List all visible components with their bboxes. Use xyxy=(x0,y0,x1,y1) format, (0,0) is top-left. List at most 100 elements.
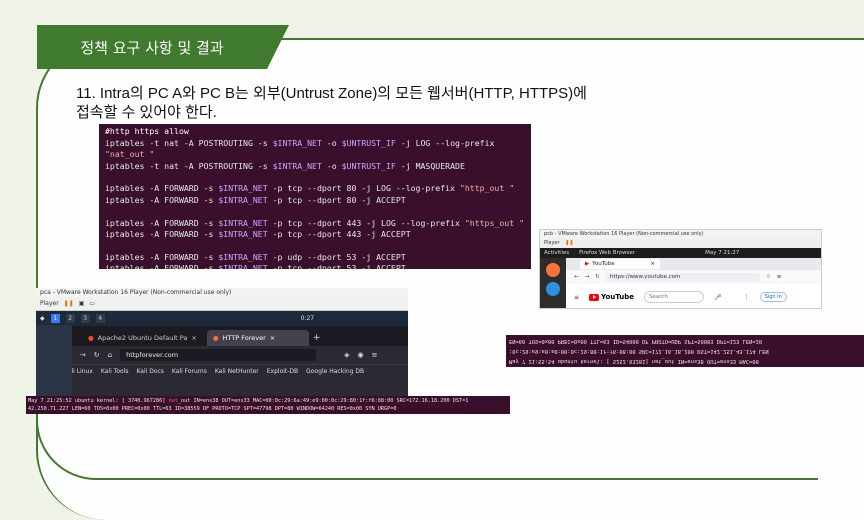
code-line: iptables -t nat -A POSTROUTING -s $INTRA… xyxy=(105,160,465,171)
vm-tool-icon[interactable]: ▣ xyxy=(79,300,85,307)
workspace-1[interactable]: 1 xyxy=(50,314,60,323)
bookmark-kali-tools[interactable]: Kali Tools xyxy=(101,368,129,375)
close-icon[interactable]: × xyxy=(191,334,196,342)
pocket-icon[interactable]: ◈ xyxy=(344,351,349,359)
tab-http-forever[interactable]: ● HTTP Forever × xyxy=(206,330,309,346)
home-icon[interactable]: ⌂ xyxy=(108,351,112,359)
requirement-line-2: 접속할 수 있어야 한다. xyxy=(76,104,217,121)
code-line: iptables -A FORWARD -s $INTRA_NET -p tcp… xyxy=(105,217,524,228)
bookmark-exploit-db[interactable]: Exploit-DB xyxy=(267,368,298,375)
bookmark-kali-forums[interactable]: Kali Forums xyxy=(172,368,207,375)
bookmark-kali-docs[interactable]: Kali Docs xyxy=(136,368,163,375)
log-line: :0c:29:e9:e0:e0:00:0c:29:80:1f:f6:08:00 … xyxy=(509,348,769,354)
code-line: iptables -A FORWARD -s $INTRA_NET -p tcp… xyxy=(105,263,406,269)
vm-toolbar: Player ❚❚ ▣ ▭ xyxy=(36,297,408,311)
requirement-line-1: 11. Intra의 PC A와 PC B는 외부(Untrust Zone)의… xyxy=(76,85,587,102)
log-highlight: nat xyxy=(168,398,178,404)
reload-icon[interactable]: ↻ xyxy=(94,351,100,359)
new-tab-icon[interactable]: + xyxy=(313,333,321,346)
kernel-log-nat-out: May 7 21:25:52 ubuntu kernel: [ 3740.967… xyxy=(26,396,510,414)
youtube-search-input[interactable]: Search xyxy=(644,291,704,303)
reload-icon[interactable]: ↻ xyxy=(595,274,600,280)
player-menu[interactable]: Player xyxy=(40,300,59,307)
youtube-logo-text: YouTube xyxy=(601,293,634,301)
code-comment: #http https allow xyxy=(105,126,189,136)
youtube-header: ≡ YouTube Search 🎤︎ ⋮ Sign in xyxy=(566,284,821,308)
code-line: iptables -A FORWARD -s $INTRA_NET -p tcp… xyxy=(105,183,515,194)
sign-in-button[interactable]: Sign in xyxy=(759,292,787,302)
bookmark-star-icon[interactable]: ☆ xyxy=(766,274,771,280)
iptables-code-block: #http https allow iptables -t nat -A POS… xyxy=(99,124,531,269)
log-text: _out IN=ens38 OUT=ens33 MAC=00:0c:29:6a:… xyxy=(177,398,469,404)
requirement-text: 11. Intra의 PC A와 PC B는 외부(Untrust Zone)의… xyxy=(76,84,696,122)
kali-dragon-sidebar xyxy=(36,325,72,400)
log-line-2: 42.250.71.227 LEN=60 TOS=0x00 PREC=0x00 … xyxy=(28,406,397,412)
workspace-3[interactable]: 3 xyxy=(80,314,90,323)
firefox-nav-bar: ← → ↻ ⌂ httpforever.com ◈ ◉ ≡ xyxy=(36,346,408,364)
vm-title-bar: pca - VMware Workstation 16 Player (Non-… xyxy=(36,288,408,297)
vm-tool-icon[interactable]: ▭ xyxy=(89,300,95,307)
tab-label: HTTP Forever xyxy=(222,334,266,342)
pause-icon[interactable]: ❚❚ xyxy=(64,300,74,307)
vm-window-pcb[interactable]: pcb - VMware Workstation 16 Player (Non-… xyxy=(539,229,822,309)
bookmarks-bar: Kali Linux Kali Tools Kali Docs Kali For… xyxy=(36,364,408,377)
code-line: iptables -A FORWARD -s $INTRA_NET -p udp… xyxy=(105,251,406,262)
ubuntu-top-bar: Activities Firefox Web Browser May 7 21:… xyxy=(540,248,821,258)
more-icon[interactable]: ⋮ xyxy=(744,294,750,301)
menu-icon[interactable]: ≡ xyxy=(372,351,378,359)
firefox-tab-strip: ● Apache2 Ubuntu Default Pa × ● HTTP For… xyxy=(36,326,408,346)
firefox-icon: ● xyxy=(212,334,219,342)
app-menu[interactable]: Firefox Web Browser xyxy=(579,250,635,256)
forward-icon[interactable]: → xyxy=(80,351,86,359)
url-bar[interactable]: https://www.youtube.com xyxy=(605,272,760,282)
kali-clock: 0:27 xyxy=(300,315,315,322)
ubuntu-icon: ● xyxy=(88,334,94,342)
ubuntu-clock: May 7 21:27 xyxy=(705,250,740,256)
pause-icon[interactable]: ❚❚ xyxy=(565,240,573,246)
url-text: https://www.youtube.com xyxy=(609,274,681,280)
kali-taskbar: ◆ 1 2 3 4 0:27 xyxy=(36,311,408,326)
ubuntu-dock xyxy=(540,258,566,308)
code-lines: iptables -t nat -A POSTROUTING -s $INTRA… xyxy=(105,138,525,269)
player-menu[interactable]: Player xyxy=(544,240,560,246)
workspace-2[interactable]: 2 xyxy=(65,314,75,323)
close-icon[interactable]: × xyxy=(650,261,655,267)
activities-button[interactable]: Activities xyxy=(544,250,569,256)
log-line: EN=60 TOS=0x00 PREC=0x00 TTL=63 ID=54000… xyxy=(509,338,763,344)
bookmark-google-hacking-db[interactable]: Google Hacking DB xyxy=(306,368,364,375)
back-icon[interactable]: ← xyxy=(574,274,579,280)
hamburger-icon[interactable]: ≡ xyxy=(574,294,579,301)
youtube-logo[interactable]: YouTube xyxy=(589,293,634,301)
vm-window-pca[interactable]: pca - VMware Workstation 16 Player (Non-… xyxy=(36,288,408,400)
youtube-icon: ▶ xyxy=(585,261,590,267)
microphone-icon[interactable]: 🎤︎ xyxy=(714,294,722,301)
log-line: May 7 21:55:54 ubuntu kernel: [ 5252.032… xyxy=(509,358,759,364)
tab-label: Apache2 Ubuntu Default Pa xyxy=(97,334,188,342)
code-line: iptables -A FORWARD -s $INTRA_NET -p tcp… xyxy=(105,194,406,205)
code-line: iptables -t nat -A POSTROUTING -s $INTRA… xyxy=(105,137,495,160)
tab-youtube[interactable]: ▶ YouTube × xyxy=(580,259,660,269)
tab-apache-default[interactable]: ● Apache2 Ubuntu Default Pa × xyxy=(82,330,203,346)
account-icon[interactable]: ◉ xyxy=(357,351,363,359)
slide-title: 정책 요구 사항 및 결과 xyxy=(37,25,289,69)
firefox-nav-bar: ← → ↻ https://www.youtube.com ☆ ≡ xyxy=(566,270,821,284)
url-bar[interactable]: httpforever.com xyxy=(120,349,317,361)
thunderbird-dock-icon[interactable] xyxy=(546,282,560,296)
menu-icon[interactable]: ≡ xyxy=(777,274,782,280)
firefox-tab-strip: ▶ YouTube × xyxy=(566,258,821,270)
workspace-4[interactable]: 4 xyxy=(95,314,105,323)
forward-icon[interactable]: → xyxy=(585,274,590,280)
youtube-play-icon xyxy=(589,293,600,301)
bookmark-kali-nethunter[interactable]: Kali NetHunter xyxy=(215,368,259,375)
kali-menu-icon[interactable]: ◆ xyxy=(40,315,45,322)
log-text: May 7 21:25:52 ubuntu kernel: [ 3740.967… xyxy=(28,398,169,404)
firefox-dock-icon[interactable] xyxy=(546,263,560,277)
slide-title-text: 정책 요구 사항 및 결과 xyxy=(80,38,224,57)
code-line: iptables -A FORWARD -s $INTRA_NET -p tcp… xyxy=(105,229,411,240)
kernel-log-mirrored: May 7 21:55:54 ubuntu kernel: [ 5252.032… xyxy=(506,335,864,367)
close-icon[interactable]: × xyxy=(270,334,275,342)
vm-title-bar: pcb - VMware Workstation 16 Player (Non-… xyxy=(540,230,821,239)
